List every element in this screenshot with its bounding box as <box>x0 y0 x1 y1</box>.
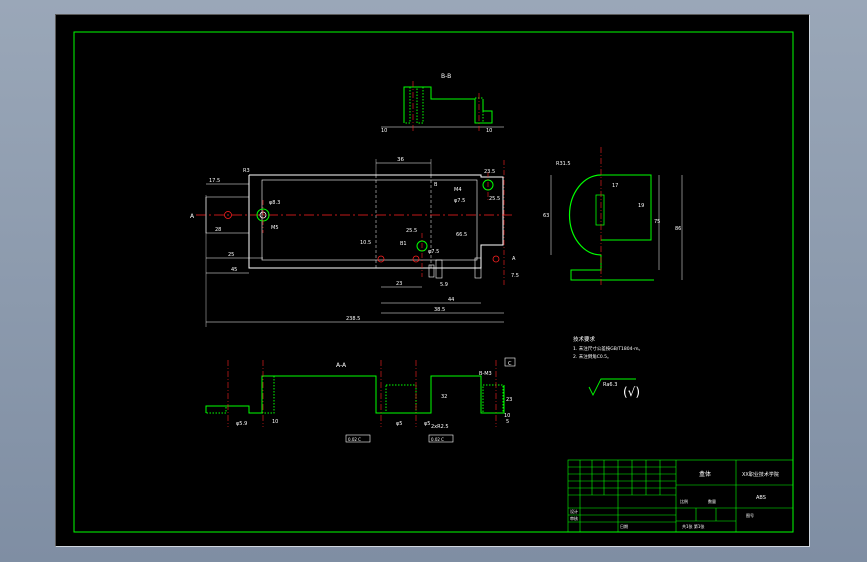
hole-bottom-3 <box>492 255 500 263</box>
plan-inner <box>261 179 478 261</box>
section-aa-label: A-A <box>336 362 347 369</box>
hole-bottom-2 <box>412 255 420 263</box>
dim-7-5: 7.5 <box>511 273 519 279</box>
title-date: 日期 <box>620 523 628 529</box>
dim-m4: M4 <box>454 187 462 193</box>
dim-10-5: 10.5 <box>360 240 371 246</box>
dim-25-5b: 25.5 <box>406 228 417 234</box>
title-quantity: 数量 <box>708 498 716 504</box>
plan-view: A 36 17.5 23.5 R3 25.5 M4 φ7.5 66.5 28 φ… <box>190 157 519 327</box>
bb-hatch-left <box>403 86 411 124</box>
dim-44: 44 <box>448 297 454 303</box>
side-view: 63 R31.5 17 19 75 86 <box>543 147 683 287</box>
notes-line-1: 1. 未注尺寸公差按GB/T1804-m。 <box>573 345 643 352</box>
aa-dim-32: 32 <box>441 394 447 400</box>
cad-viewport[interactable]: B-B 10 10 A 36 17.5 23.5 R3 25.5 M4 φ7.5… <box>55 14 810 547</box>
drawing-border <box>73 31 794 533</box>
bb-dim-10a: 10 <box>381 128 387 134</box>
dim-d7-5: φ7.5 <box>454 198 465 204</box>
dim-25-5: 25.5 <box>489 196 500 202</box>
tolerance-1: 0.02 C <box>348 437 361 442</box>
title-school: XX职业技术学院 <box>742 471 779 478</box>
technical-notes: 技术要求 1. 未注尺寸公差按GB/T1804-m。 2. 未注倒角C0.5。 <box>573 335 643 360</box>
dim-23-5: 23.5 <box>484 169 495 175</box>
aa-hatch-3 <box>385 384 417 414</box>
dim-d8-3: φ8.3 <box>269 200 280 206</box>
dim-63: 63 <box>543 213 549 219</box>
dim-28: 28 <box>215 227 221 233</box>
cad-drawing: B-B 10 10 A 36 17.5 23.5 R3 25.5 M4 φ7.5… <box>73 31 794 533</box>
dim-23: 23 <box>396 281 402 287</box>
aa-hatch-4 <box>482 384 504 414</box>
side-base <box>570 255 654 281</box>
notes-title: 技术要求 <box>573 335 596 343</box>
aa-dim-5: 5 <box>506 419 509 425</box>
dim-36: 36 <box>397 157 404 163</box>
tolerance-2: 0.02 C <box>431 437 444 442</box>
roughness-value: Ra6.3 <box>603 382 617 388</box>
section-bb-view: B-B 10 10 <box>381 73 504 134</box>
title-drawing-no: 图号 <box>746 512 754 518</box>
dim-m5: M5 <box>271 225 279 231</box>
aa-dim-b-m3: B-M3 <box>479 371 492 377</box>
surface-roughness-symbol: Ra6.3 (√) <box>588 378 640 399</box>
aa-hatch-2 <box>261 375 275 414</box>
section-marker-a-right: A <box>512 256 516 262</box>
aa-dim-d5-9: φ5.9 <box>236 421 247 427</box>
dim-r31-5: R31.5 <box>556 161 571 167</box>
dim-r3: R3 <box>243 168 250 174</box>
dim-86: 86 <box>675 226 681 232</box>
section-bb-label: B-B <box>441 73 451 80</box>
dim-238-5: 238.5 <box>346 316 360 322</box>
section-marker-a-left: A <box>190 213 195 220</box>
title-material: ABS <box>756 495 766 501</box>
title-part-name: 盒体 <box>699 470 711 478</box>
dim-b1: B1 <box>400 241 407 247</box>
dim-17-5: 17.5 <box>209 178 220 184</box>
aa-dim-10d: 10 <box>504 413 510 419</box>
section-aa-view: A-A φ5.9 10 φ5 φ5 2xR2.5 32 23 5 10 B-M3… <box>205 357 516 443</box>
aa-dim-r2-5: 2xR2.5 <box>431 424 449 430</box>
dim-d7-5b: φ7.5 <box>428 249 439 255</box>
bb-hatch-left2 <box>416 86 424 124</box>
dim-66-5: 66.5 <box>456 232 467 238</box>
hole-bottom-1 <box>377 255 385 263</box>
aa-profile <box>205 375 505 414</box>
dim-25: 25 <box>228 252 234 258</box>
side-slot <box>595 194 605 226</box>
datum-label: C <box>508 361 512 367</box>
roughness-paren: (√) <box>623 385 640 399</box>
dim-5-9: 5.9 <box>440 282 448 288</box>
title-checker: 审核 <box>570 515 578 521</box>
aa-dim-10c: 10 <box>272 419 278 425</box>
bb-dim-10b: 10 <box>486 128 492 134</box>
title-designer: 设计 <box>570 508 578 514</box>
aa-dim-23b: 23 <box>506 397 512 403</box>
dim-17: 17 <box>612 183 618 189</box>
aa-dim-d5b: φ5 <box>424 421 430 427</box>
dim-19: 19 <box>638 203 644 209</box>
dim-38-5: 38.5 <box>434 307 445 313</box>
aa-hatch-1 <box>205 405 227 414</box>
notes-line-2: 2. 未注倒角C0.5。 <box>573 353 612 360</box>
section-marker-b-top: B <box>434 182 438 188</box>
title-sheet: 共1张 第1张 <box>682 523 704 529</box>
title-scale: 比例 <box>680 498 688 504</box>
dim-45: 45 <box>231 267 237 273</box>
dim-75: 75 <box>654 219 660 225</box>
aa-dim-d5: φ5 <box>396 421 402 427</box>
